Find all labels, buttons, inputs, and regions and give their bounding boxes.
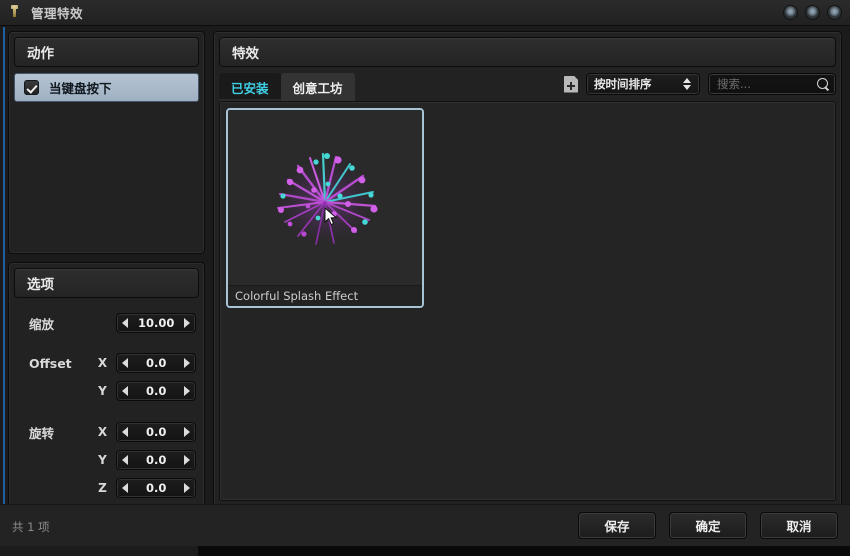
bottom-strip bbox=[0, 546, 850, 556]
stepper-increment-icon[interactable] bbox=[184, 318, 190, 328]
stepper-decrement-icon[interactable] bbox=[122, 455, 129, 465]
options-panel-header: 选项 bbox=[14, 268, 199, 298]
save-button[interactable]: 保存 bbox=[578, 512, 656, 539]
effect-card[interactable]: Colorful Splash Effect bbox=[226, 108, 424, 308]
file-add-icon[interactable] bbox=[564, 75, 578, 93]
stepper-scale[interactable]: 10.00 bbox=[116, 313, 196, 333]
close-button[interactable] bbox=[827, 5, 842, 20]
stepper-increment-icon[interactable] bbox=[183, 427, 190, 437]
mouse-cursor-icon bbox=[324, 207, 338, 226]
stepper-increment-icon[interactable] bbox=[183, 386, 190, 396]
stepper-rotation-x[interactable]: 0.0 bbox=[116, 422, 196, 442]
footer-bar: 共 1 项 保存 确定 取消 bbox=[0, 504, 850, 546]
toolbar-right-controls: 按时间排序 bbox=[564, 73, 836, 95]
effect-card-title: Colorful Splash Effect bbox=[235, 289, 359, 303]
effects-panel-title: 特效 bbox=[232, 46, 259, 62]
option-row-rotation-y: Y 0.0 bbox=[9, 446, 204, 474]
stepper-value-offset-x: 0.0 bbox=[146, 356, 167, 370]
manage-effects-dialog: 管理特效 动作 当键盘按下 选项 缩放 10.00 Offset X 0.0 Y… bbox=[0, 0, 850, 556]
sort-dropdown-value: 按时间排序 bbox=[594, 77, 652, 91]
tab-workshop[interactable]: 创意工坊 bbox=[280, 73, 355, 101]
stepper-decrement-icon[interactable] bbox=[122, 358, 129, 368]
option-axis-rotation-y: Y bbox=[98, 453, 107, 467]
option-row-rotation-x: 旋转 X 0.0 bbox=[9, 418, 204, 446]
option-axis-offset-x: X bbox=[97, 356, 108, 370]
action-panel-title: 动作 bbox=[27, 46, 54, 62]
window-controls bbox=[783, 5, 842, 20]
effect-card-caption: Colorful Splash Effect bbox=[228, 285, 422, 306]
action-item-keyboard-pressed[interactable]: 当键盘按下 bbox=[14, 73, 199, 102]
stepper-value-offset-y: 0.0 bbox=[146, 384, 167, 398]
option-row-rotation-z: Z 0.0 bbox=[9, 474, 204, 502]
sort-dropdown[interactable]: 按时间排序 bbox=[586, 73, 700, 95]
option-label-rotation: 旋转 bbox=[29, 425, 55, 441]
stepper-increment-icon[interactable] bbox=[183, 358, 190, 368]
option-axis-rotation-x: X bbox=[97, 425, 108, 439]
action-panel: 动作 当键盘按下 bbox=[8, 31, 205, 254]
search-icon[interactable] bbox=[817, 77, 830, 91]
item-count-label: 共 1 项 bbox=[12, 520, 50, 534]
stepper-value-rotation-y: 0.0 bbox=[146, 453, 167, 467]
options-panel-title: 选项 bbox=[27, 277, 54, 293]
stepper-decrement-icon[interactable] bbox=[122, 483, 129, 493]
option-axis-offset-y: Y bbox=[98, 384, 107, 398]
checkbox-checked-icon[interactable] bbox=[24, 80, 39, 95]
stepper-rotation-y[interactable]: 0.0 bbox=[116, 450, 196, 470]
option-row-offset-y: Y 0.0 bbox=[9, 377, 204, 405]
effects-panel: 特效 已安装 创意工坊 按时间排序 搜索... Colorful Splash … bbox=[213, 31, 842, 507]
options-panel: 选项 缩放 10.00 Offset X 0.0 Y 0.0 旋转 X 0.0 … bbox=[8, 262, 205, 507]
stepper-value-scale: 10.00 bbox=[138, 316, 175, 330]
stepper-offset-y[interactable]: 0.0 bbox=[116, 381, 196, 401]
search-input[interactable] bbox=[717, 77, 817, 91]
stepper-value-rotation-z: 0.0 bbox=[146, 481, 167, 495]
up-down-arrows-icon[interactable] bbox=[683, 77, 692, 91]
stepper-value-rotation-x: 0.0 bbox=[146, 425, 167, 439]
stepper-offset-x[interactable]: 0.0 bbox=[116, 353, 196, 373]
action-item-label: 当键盘按下 bbox=[49, 81, 112, 96]
stepper-increment-icon[interactable] bbox=[183, 483, 190, 493]
option-row-offset-x: Offset X 0.0 bbox=[9, 349, 204, 377]
effects-panel-header: 特效 bbox=[219, 37, 836, 67]
stepper-decrement-icon[interactable] bbox=[122, 427, 129, 437]
bottom-strip-segment bbox=[0, 546, 198, 556]
accent-rail bbox=[3, 27, 5, 524]
effect-thumbnail bbox=[228, 110, 422, 285]
option-label-offset: Offset bbox=[29, 355, 72, 371]
options-rows: 缩放 10.00 Offset X 0.0 Y 0.0 旋转 X 0.0 Y 0… bbox=[9, 305, 204, 502]
tab-installed[interactable]: 已安装 bbox=[219, 73, 281, 101]
minimize-button[interactable] bbox=[783, 5, 798, 20]
effects-toolbar: 已安装 创意工坊 按时间排序 bbox=[219, 73, 836, 101]
title-bar: 管理特效 bbox=[0, 0, 850, 26]
stepper-rotation-z[interactable]: 0.0 bbox=[116, 478, 196, 498]
pin-icon bbox=[7, 4, 23, 21]
action-panel-header: 动作 bbox=[14, 37, 199, 67]
footer-buttons: 保存 确定 取消 bbox=[578, 512, 838, 539]
maximize-button[interactable] bbox=[805, 5, 820, 20]
stepper-decrement-icon[interactable] bbox=[122, 318, 129, 328]
option-axis-rotation-z: Z bbox=[98, 481, 107, 495]
option-label-scale: 缩放 bbox=[29, 316, 55, 332]
search-box[interactable] bbox=[708, 73, 836, 95]
stepper-increment-icon[interactable] bbox=[183, 455, 190, 465]
option-row-scale: 缩放 10.00 bbox=[9, 309, 204, 337]
effects-grid: Colorful Splash Effect bbox=[219, 101, 836, 501]
action-list: 当键盘按下 bbox=[14, 73, 199, 248]
window-title: 管理特效 bbox=[31, 6, 84, 21]
particle-burst-icon bbox=[271, 152, 379, 248]
stepper-decrement-icon[interactable] bbox=[122, 386, 129, 396]
cancel-button[interactable]: 取消 bbox=[760, 512, 838, 539]
effects-tabs: 已安装 创意工坊 bbox=[219, 73, 355, 101]
ok-button[interactable]: 确定 bbox=[669, 512, 747, 539]
